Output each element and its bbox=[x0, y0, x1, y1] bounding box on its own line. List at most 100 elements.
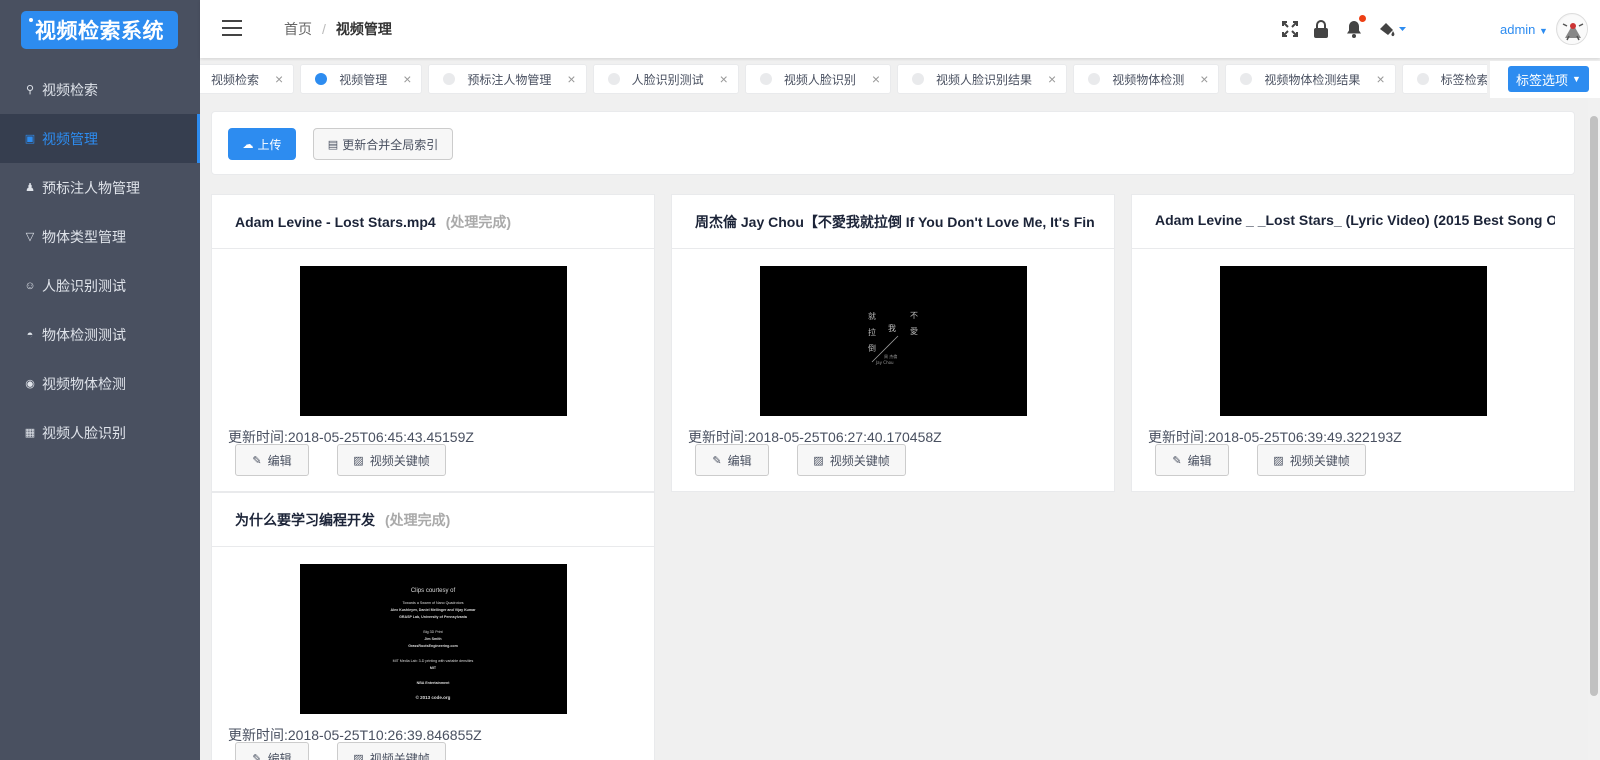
video-title-text: Adam Levine _ _Lost Stars_ (Lyric Video)… bbox=[1155, 212, 1555, 228]
tag-options-label: 标签选项 bbox=[1516, 72, 1569, 88]
avatar[interactable] bbox=[1556, 13, 1588, 45]
sidebar-item-video-face-recognition[interactable]: ▦ 视频人脸识别 bbox=[0, 408, 200, 457]
thumb-text: MIT bbox=[430, 666, 437, 670]
sidebar-item-object-test[interactable]: ◓ 物体检测测试 bbox=[0, 310, 200, 359]
tag-status-dot bbox=[443, 73, 456, 85]
sidebar-item-label: 视频检索 bbox=[42, 81, 98, 98]
tag-label: 视频人脸识别结果 bbox=[936, 72, 1033, 87]
thumb-text: NBA Entertainment bbox=[417, 681, 451, 685]
thumb-text: Jay Chou bbox=[875, 360, 894, 365]
tag-options-button[interactable]: 标签选项 ▼ bbox=[1508, 66, 1589, 92]
close-icon[interactable]: × bbox=[872, 71, 880, 87]
thumb-text: Clips courtesy of bbox=[411, 588, 456, 594]
edit-button[interactable]: ✎ 编辑 bbox=[1155, 444, 1229, 476]
tags-list: 视频检索 × 视频管理 × 预标注人物管理 × 人脸识别测试 × 视频人脸识别 bbox=[200, 64, 1487, 94]
keyframes-button[interactable]: ▨ 视频关键帧 bbox=[337, 444, 446, 476]
edit-button[interactable]: ✎ 编辑 bbox=[695, 444, 769, 476]
face-icon: ☺ bbox=[24, 279, 36, 292]
pencil-icon: ✎ bbox=[252, 752, 262, 760]
sidebar-item-label: 物体检测测试 bbox=[42, 326, 126, 343]
thumb-text: Jim Smith bbox=[424, 637, 441, 641]
tag-status-dot bbox=[1240, 73, 1253, 85]
edit-label: 编辑 bbox=[267, 751, 292, 760]
video-title-text: Adam Levine - Lost Stars.mp4 bbox=[235, 214, 436, 230]
tag-status-dot bbox=[1416, 73, 1429, 85]
scrollbar-thumb[interactable] bbox=[1590, 116, 1598, 696]
app-logo[interactable]: 视频检索系统 bbox=[21, 11, 178, 49]
car-icon: ◓ bbox=[26, 328, 34, 341]
fullscreen-icon[interactable] bbox=[1279, 18, 1301, 40]
keyframes-label: 视频关键帧 bbox=[369, 751, 430, 760]
tag-video-management[interactable]: 视频管理 × bbox=[300, 64, 423, 94]
image-icon: ▨ bbox=[813, 454, 824, 467]
close-icon[interactable]: × bbox=[1048, 71, 1056, 87]
breadcrumb: 首页 / 视频管理 bbox=[284, 19, 392, 39]
edit-button[interactable]: ✎ 编辑 bbox=[235, 444, 309, 476]
thumb-text: 愛 bbox=[910, 326, 918, 336]
video-thumbnail[interactable]: 不 愛 我 就 拉 倒 周 杰倫 Jay Chou bbox=[760, 266, 1027, 416]
sidebar-item-video-search[interactable]: ⚲ 视频检索 bbox=[0, 65, 200, 114]
video-thumbnail[interactable] bbox=[300, 266, 567, 416]
user-dropdown[interactable]: admin ▼ bbox=[1500, 22, 1548, 37]
close-icon[interactable]: × bbox=[1200, 71, 1208, 87]
content-scrollbar[interactable] bbox=[1588, 98, 1600, 760]
menu-toggle-icon[interactable] bbox=[222, 20, 242, 36]
sidebar-item-video-management[interactable]: ▣ 视频管理 bbox=[0, 114, 200, 163]
update-index-label: 更新合并全局索引 bbox=[342, 137, 439, 152]
video-title: Adam Levine _ _Lost Stars_ (Lyric Video)… bbox=[1155, 212, 1555, 232]
action-toolbar: ☁ 上传 ▤ 更新合并全局索引 bbox=[211, 111, 1575, 175]
tag-label-search-results[interactable]: 标签检索结果 × bbox=[1401, 64, 1487, 94]
thumb-text: 我 bbox=[888, 323, 896, 333]
thumb-text: 倒 bbox=[868, 343, 876, 353]
close-icon[interactable]: × bbox=[275, 71, 283, 87]
tag-video-object-detection[interactable]: 视频物体检测 × bbox=[1073, 64, 1220, 94]
tag-video-face-recognition[interactable]: 视频人脸识别 × bbox=[744, 64, 892, 94]
sidebar-item-object-types[interactable]: ▽ 物体类型管理 bbox=[0, 212, 200, 261]
keyframes-button[interactable]: ▨ 视频关键帧 bbox=[797, 444, 906, 476]
edit-label: 编辑 bbox=[267, 453, 292, 468]
sidebar-item-video-object-detection[interactable]: ◉ 视频物体检测 bbox=[0, 359, 200, 408]
sidebar-item-person-management[interactable]: ♟ 预标注人物管理 bbox=[0, 163, 200, 212]
close-icon[interactable]: × bbox=[1376, 71, 1384, 87]
lock-icon[interactable] bbox=[1310, 18, 1332, 40]
sidebar-item-face-test[interactable]: ☺ 人脸识别测试 bbox=[0, 261, 200, 310]
tag-status-dot bbox=[1088, 73, 1101, 85]
tag-status-dot bbox=[759, 73, 772, 85]
tag-object-detection-results[interactable]: 视频物体检测结果 × bbox=[1225, 64, 1396, 94]
video-title: 周杰倫 Jay Chou【不愛我就拉倒 If You Don't Love Me… bbox=[695, 212, 1095, 232]
tag-label: 人脸识别测试 bbox=[631, 72, 704, 87]
pencil-icon: ✎ bbox=[1172, 454, 1182, 467]
search-icon: ⚲ bbox=[25, 84, 35, 96]
bell-icon[interactable] bbox=[1343, 15, 1366, 40]
video-card: 周杰倫 Jay Chou【不愛我就拉倒 If You Don't Love Me… bbox=[671, 194, 1115, 492]
tag-options-wrap: 标签选项 ▼ bbox=[1490, 61, 1600, 98]
tag-face-recognition-results[interactable]: 视频人脸识别结果 × bbox=[897, 64, 1068, 94]
tag-person-management[interactable]: 预标注人物管理 × bbox=[428, 64, 587, 94]
thumb-text: 拉 bbox=[868, 327, 876, 337]
video-title-text: 周杰倫 Jay Chou【不愛我就拉倒 If You Don't Love Me… bbox=[695, 214, 1095, 230]
keyframes-button[interactable]: ▨ 视频关键帧 bbox=[1257, 444, 1366, 476]
video-title: Adam Levine - Lost Stars.mp4 (处理完成) bbox=[235, 212, 635, 232]
edit-label: 编辑 bbox=[1187, 453, 1212, 468]
close-icon[interactable]: × bbox=[567, 71, 575, 87]
keyframes-button[interactable]: ▨ 视频关键帧 bbox=[337, 742, 446, 760]
image-icon: ▨ bbox=[353, 752, 364, 760]
tag-label: 视频检索 bbox=[211, 72, 260, 87]
video-thumbnail[interactable] bbox=[1220, 266, 1487, 416]
edit-button[interactable]: ✎ 编辑 bbox=[235, 742, 309, 760]
breadcrumb-home[interactable]: 首页 bbox=[284, 19, 312, 39]
video-thumbnail[interactable]: Clips courtesy of Towards a Swarm of Nan… bbox=[300, 564, 567, 714]
close-icon[interactable]: × bbox=[720, 71, 728, 87]
theme-paint-icon[interactable] bbox=[1376, 18, 1410, 40]
tag-face-test[interactable]: 人脸识别测试 × bbox=[592, 64, 739, 94]
update-index-button[interactable]: ▤ 更新合并全局索引 bbox=[313, 128, 453, 160]
breadcrumb-current: 视频管理 bbox=[335, 21, 392, 37]
keyframes-label: 视频关键帧 bbox=[1289, 453, 1350, 468]
upload-button[interactable]: ☁ 上传 bbox=[228, 128, 296, 160]
thumb-text: Alex Kushleyev, Daniel Mellinger and Vij… bbox=[391, 608, 477, 612]
video-card: Adam Levine - Lost Stars.mp4 (处理完成) 更新时间:… bbox=[211, 194, 655, 492]
app-logo-text: 视频检索系统 bbox=[35, 20, 164, 43]
tag-video-search[interactable]: 视频检索 × bbox=[200, 64, 295, 94]
thumb-text: GRASP Lab, University of Pennsylvania bbox=[399, 615, 468, 619]
close-icon[interactable]: × bbox=[403, 71, 411, 87]
